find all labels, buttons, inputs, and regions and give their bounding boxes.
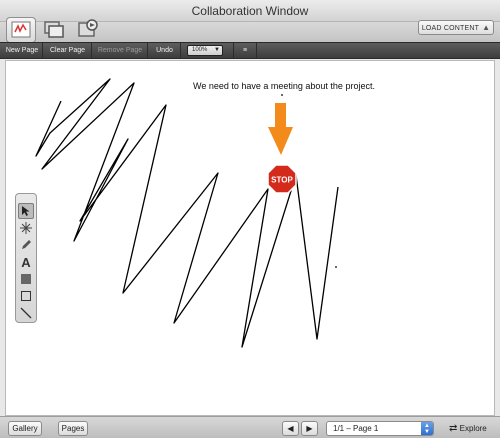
triangle-left-icon: ◀ — [287, 424, 294, 433]
media-icon — [78, 19, 98, 37]
tool-palette: A — [15, 193, 37, 323]
explore-label: Explore — [459, 424, 487, 433]
laser-pointer-button[interactable] — [18, 220, 34, 236]
line-icon — [20, 307, 32, 319]
explore-button[interactable]: ⇄ Explore — [449, 421, 487, 436]
triangle-right-icon: ▶ — [306, 424, 313, 433]
select-tool-button[interactable] — [18, 203, 34, 219]
whiteboard-canvas[interactable]: STOP We need to have a meeting about the… — [5, 60, 495, 416]
more-menu-button[interactable]: ≡ — [233, 43, 257, 58]
status-bar: Gallery Pages ◀ ▶ 1/1 – Page 1 ▲ ▼ ⇄ Expl… — [0, 416, 500, 438]
gallery-button[interactable]: Gallery — [8, 421, 42, 436]
select-stepper-icon: ▲ ▼ — [421, 422, 433, 435]
laser-pointer-icon — [20, 222, 32, 234]
text-icon: A — [21, 254, 31, 270]
whiteboard-icon — [11, 21, 31, 38]
undo-button[interactable]: Undo — [149, 43, 181, 58]
explore-icon: ⇄ — [449, 423, 458, 434]
fill-shape-button[interactable] — [18, 271, 34, 287]
shape-fill-icon — [21, 274, 31, 284]
stop-sign-label: STOP — [271, 176, 293, 185]
whiteboard-mode-button[interactable] — [6, 17, 36, 43]
chevron-down-icon: ▼ — [214, 47, 220, 53]
drawing-layer: STOP — [35, 78, 339, 348]
pencil-icon — [22, 240, 31, 249]
zoom-value: 100% — [192, 47, 208, 53]
page-bar: New Page Clear Page Remove Page Undo 100… — [0, 42, 500, 59]
remove-page-button[interactable]: Remove Page — [93, 43, 148, 58]
screen-share-icon — [44, 21, 64, 38]
ink-dot — [335, 266, 337, 268]
pencil-tool-button[interactable] — [18, 237, 34, 253]
select-arrow-icon — [22, 206, 30, 216]
media-mode-button[interactable] — [74, 17, 104, 43]
page-select[interactable]: 1/1 – Page 1 ▲ ▼ — [326, 421, 434, 436]
pages-button[interactable]: Pages — [58, 421, 88, 436]
rectangle-tool-button[interactable] — [18, 288, 34, 304]
window-title: Collaboration Window — [191, 4, 309, 18]
freehand-stroke — [35, 78, 339, 348]
load-content-button[interactable]: LOAD CONTENT ▲ — [418, 20, 494, 35]
menu-lines-icon: ≡ — [242, 47, 248, 54]
text-tool-button[interactable]: A — [18, 254, 34, 270]
text-note[interactable]: We need to have a meeting about the proj… — [193, 81, 375, 91]
line-tool-button[interactable] — [18, 305, 34, 321]
upload-icon: ▲ — [482, 23, 491, 32]
page-select-value: 1/1 – Page 1 — [333, 424, 379, 433]
clear-page-button[interactable]: Clear Page — [44, 43, 92, 58]
ink-dot — [281, 94, 283, 96]
previous-page-button[interactable]: ◀ — [282, 421, 299, 436]
rectangle-icon — [21, 291, 31, 301]
new-page-button[interactable]: New Page — [2, 43, 43, 58]
zoom-select[interactable]: 100% ▼ — [187, 45, 223, 56]
next-page-button[interactable]: ▶ — [301, 421, 318, 436]
screen-share-mode-button[interactable] — [40, 17, 70, 43]
load-content-label: LOAD CONTENT — [421, 25, 480, 32]
arrow-down-icon — [268, 103, 293, 155]
